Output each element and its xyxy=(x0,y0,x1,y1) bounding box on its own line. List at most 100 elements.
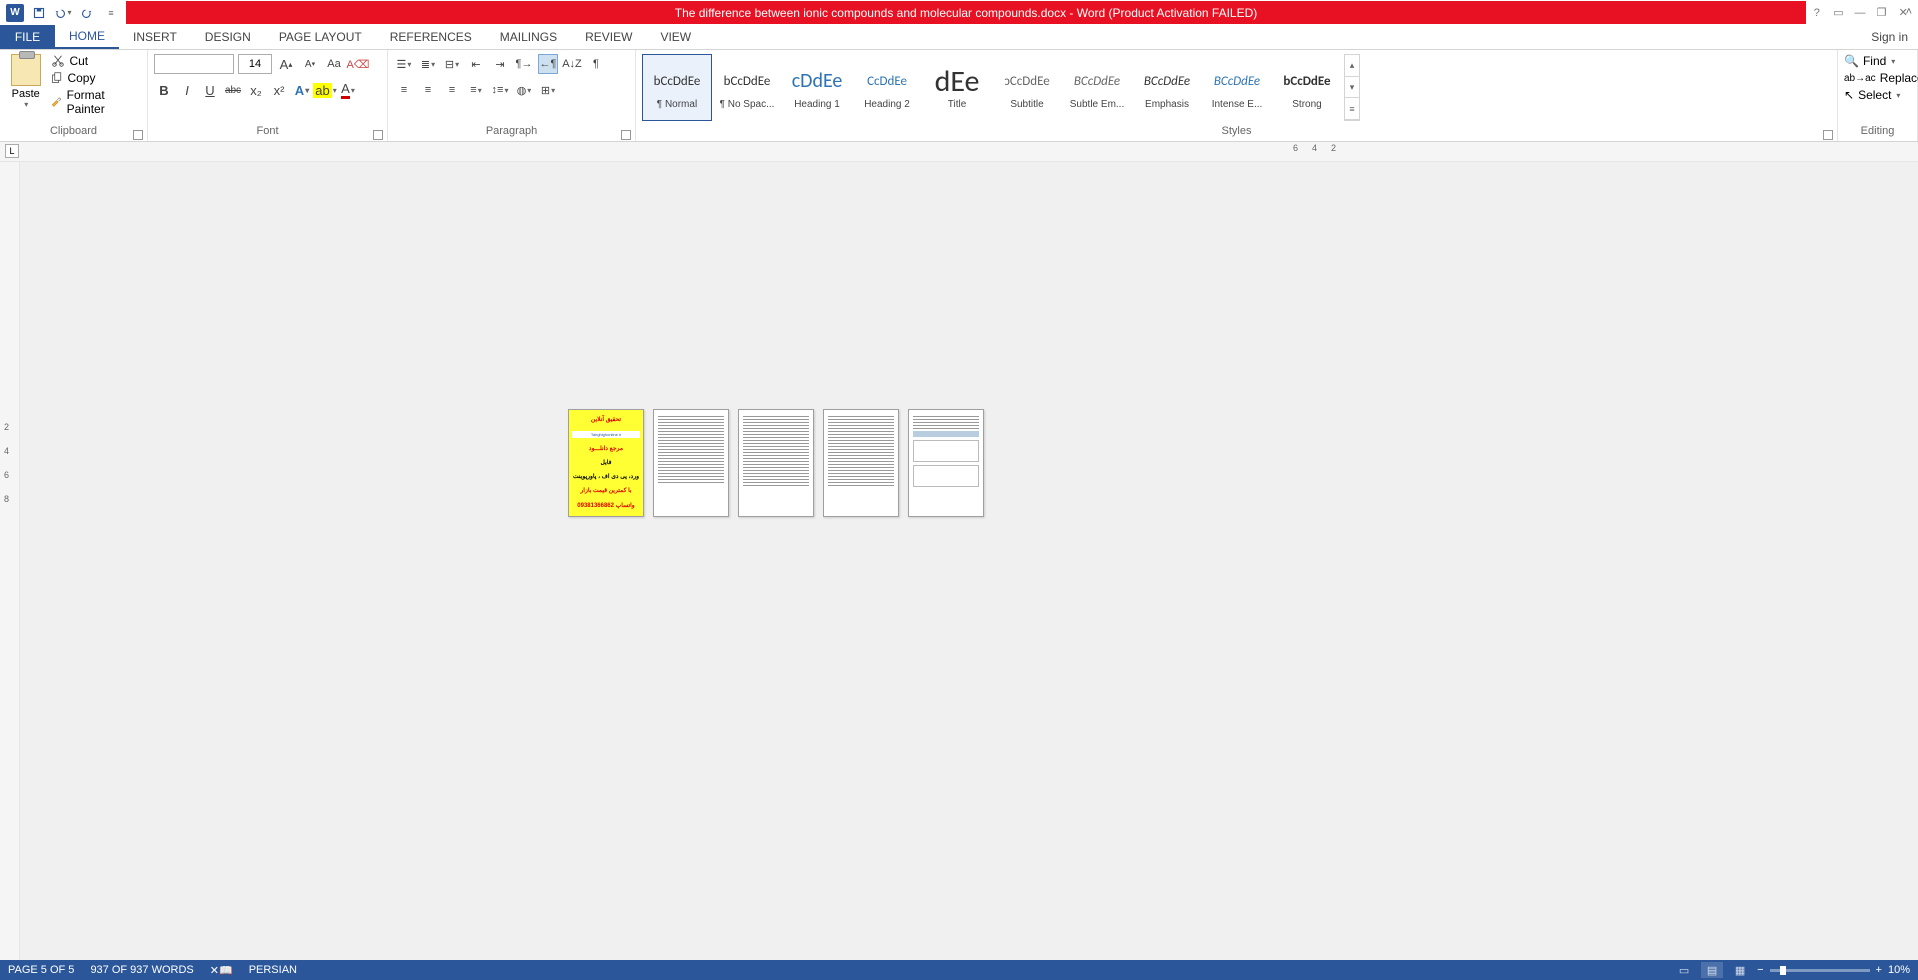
tab-file[interactable]: FILE xyxy=(0,25,55,49)
status-words[interactable]: 937 OF 937 WORDS xyxy=(90,964,193,977)
replace-button[interactable]: ab→acReplace xyxy=(1844,71,1918,85)
word-app-icon[interactable]: W xyxy=(4,2,26,24)
qat-customize-icon[interactable]: ≡ xyxy=(100,2,122,24)
grow-font-icon[interactable]: A▴ xyxy=(276,54,296,74)
page-5[interactable] xyxy=(908,409,984,517)
page-1[interactable]: تحقیق آنلاین Tahghighonline.ir مرجع دانل… xyxy=(568,409,644,517)
increase-indent-icon[interactable]: ⇥ xyxy=(490,54,510,74)
paste-dropdown[interactable]: ▾ xyxy=(24,100,28,109)
decrease-indent-icon[interactable]: ⇤ xyxy=(466,54,486,74)
style--normal[interactable]: bCcDdEe¶ Normal xyxy=(642,54,712,121)
align-center-icon[interactable]: ≡ xyxy=(418,80,438,100)
ltr-icon[interactable]: ¶→ xyxy=(514,54,534,74)
signin-link[interactable]: Sign in xyxy=(1861,25,1918,49)
borders-icon[interactable]: ⊞▾ xyxy=(538,80,558,100)
print-layout-icon[interactable]: ▤ xyxy=(1701,962,1723,978)
zoom-level[interactable]: 10% xyxy=(1888,964,1910,976)
zoom-out-icon[interactable]: − xyxy=(1757,964,1763,976)
font-color-icon[interactable]: A▾ xyxy=(338,80,358,100)
align-left-icon[interactable]: ≡ xyxy=(394,80,414,100)
collapse-ribbon-icon[interactable]: ˄ xyxy=(1906,6,1912,18)
style-subtitle[interactable]: ↄCcDdEeSubtitle xyxy=(992,54,1062,121)
zoom-in-icon[interactable]: + xyxy=(1876,964,1882,976)
group-editing: 🔍Find▾ ab→acReplace ↖Select▾ Editing xyxy=(1838,50,1918,141)
document-area[interactable]: 2468 تحقیق آنلاین Tahghighonline.ir مرجع… xyxy=(0,162,1918,960)
web-layout-icon[interactable]: ▦ xyxy=(1729,962,1751,978)
vertical-ruler[interactable]: 2468 xyxy=(0,162,20,960)
ribbon-options-icon[interactable]: ▭ xyxy=(1830,2,1848,24)
style-strong[interactable]: bCcDdEeStrong xyxy=(1272,54,1342,121)
clear-formatting-icon[interactable]: A⌫ xyxy=(348,54,368,74)
group-clipboard: Paste ▾ Cut Copy Format Painter Clipboar… xyxy=(0,50,148,141)
format-painter-button[interactable]: Format Painter xyxy=(51,88,141,116)
clipboard-launcher[interactable] xyxy=(133,130,143,140)
bold-button[interactable]: B xyxy=(154,80,174,100)
status-proofing-icon[interactable]: ✕📖 xyxy=(210,964,233,977)
page-2[interactable] xyxy=(653,409,729,517)
font-launcher[interactable] xyxy=(373,130,383,140)
group-font: A▴ A▾ Aa A⌫ B I U abc x₂ x² A▾ ab▾ A▾ Fo… xyxy=(148,50,388,141)
tab-home[interactable]: HOME xyxy=(55,25,119,49)
style--no-spac-[interactable]: bCcDdEe¶ No Spac... xyxy=(712,54,782,121)
style-emphasis[interactable]: BCcDdEeEmphasis xyxy=(1132,54,1202,121)
shrink-font-icon[interactable]: A▾ xyxy=(300,54,320,74)
status-page[interactable]: PAGE 5 OF 5 xyxy=(8,964,74,977)
font-size-input[interactable] xyxy=(238,54,272,74)
tab-mailings[interactable]: MAILINGS xyxy=(486,25,571,49)
change-case-icon[interactable]: Aa xyxy=(324,54,344,74)
strikethrough-button[interactable]: abc xyxy=(223,80,243,100)
minimize-icon[interactable]: — xyxy=(1851,2,1869,24)
paste-button[interactable]: Paste xyxy=(12,88,40,100)
text-effects-icon[interactable]: A▾ xyxy=(292,80,312,100)
tab-view[interactable]: VIEW xyxy=(646,25,705,49)
style-heading-1[interactable]: cDdEeHeading 1 xyxy=(782,54,852,121)
zoom-slider[interactable] xyxy=(1770,969,1870,972)
tab-design[interactable]: DESIGN xyxy=(191,25,265,49)
numbering-icon[interactable]: ≣▾ xyxy=(418,54,438,74)
font-name-input[interactable] xyxy=(154,54,234,74)
redo-icon[interactable] xyxy=(76,2,98,24)
underline-button[interactable]: U xyxy=(200,80,220,100)
shading-icon[interactable]: ◍▾ xyxy=(514,80,534,100)
tab-selector[interactable]: L xyxy=(5,144,19,158)
justify-icon[interactable]: ≡▾ xyxy=(466,80,486,100)
read-mode-icon[interactable]: ▭ xyxy=(1673,962,1695,978)
bullets-icon[interactable]: ☰▾ xyxy=(394,54,414,74)
save-icon[interactable] xyxy=(28,2,50,24)
status-language[interactable]: PERSIAN xyxy=(249,964,297,977)
style-heading-2[interactable]: CcDdEeHeading 2 xyxy=(852,54,922,121)
sort-icon[interactable]: A↓Z xyxy=(562,54,582,74)
highlight-icon[interactable]: ab▾ xyxy=(315,80,335,100)
show-marks-icon[interactable]: ¶ xyxy=(586,54,606,74)
style-title[interactable]: dEeTitle xyxy=(922,54,992,121)
tab-page-layout[interactable]: PAGE LAYOUT xyxy=(265,25,376,49)
paragraph-launcher[interactable] xyxy=(621,130,631,140)
copy-button[interactable]: Copy xyxy=(51,71,141,85)
replace-icon: ab→ac xyxy=(1844,73,1876,84)
subscript-button[interactable]: x₂ xyxy=(246,80,266,100)
tab-insert[interactable]: INSERT xyxy=(119,25,191,49)
paste-icon[interactable] xyxy=(11,54,41,86)
line-spacing-icon[interactable]: ↕≡▾ xyxy=(490,80,510,100)
titlebar: W ▾ ≡ The difference between ionic compo… xyxy=(0,0,1918,25)
undo-icon[interactable]: ▾ xyxy=(52,2,74,24)
styles-launcher[interactable] xyxy=(1823,130,1833,140)
restore-icon[interactable]: ❐ xyxy=(1873,2,1891,24)
align-right-icon[interactable]: ≡ xyxy=(442,80,462,100)
find-button[interactable]: 🔍Find▾ xyxy=(1844,54,1895,68)
page-3[interactable] xyxy=(738,409,814,517)
cut-button[interactable]: Cut xyxy=(51,54,141,68)
superscript-button[interactable]: x² xyxy=(269,80,289,100)
page-4[interactable] xyxy=(823,409,899,517)
italic-button[interactable]: I xyxy=(177,80,197,100)
rtl-icon[interactable]: ←¶ xyxy=(538,54,558,74)
style-intense-e-[interactable]: BCcDdEeIntense E... xyxy=(1202,54,1272,121)
help-icon[interactable]: ? xyxy=(1808,2,1826,24)
style-subtle-em-[interactable]: BCcDdEeSubtle Em... xyxy=(1062,54,1132,121)
multilevel-icon[interactable]: ⊟▾ xyxy=(442,54,462,74)
tab-references[interactable]: REFERENCES xyxy=(376,25,486,49)
horizontal-ruler[interactable]: L 642 xyxy=(0,142,1918,162)
styles-scroll[interactable]: ▴▾≡ xyxy=(1344,54,1360,121)
tab-review[interactable]: REVIEW xyxy=(571,25,646,49)
select-button[interactable]: ↖Select▾ xyxy=(1844,88,1900,102)
